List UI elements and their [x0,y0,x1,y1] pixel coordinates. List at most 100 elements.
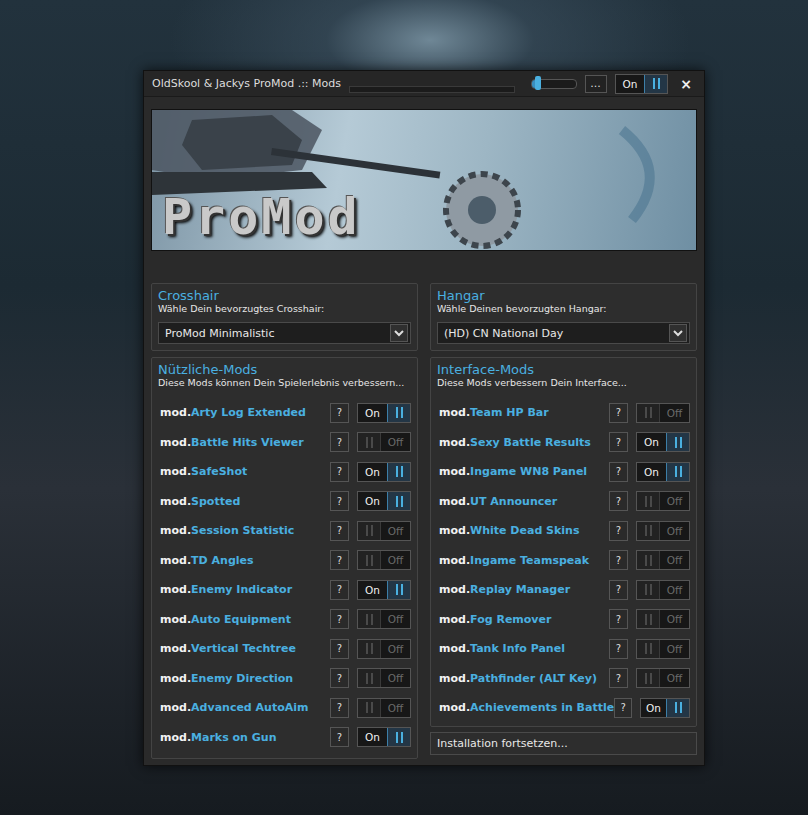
mod-label: Marks on Gun [191,731,276,744]
mod-row: mod.Session Statistic?Off [158,516,411,546]
help-button[interactable]: ? [614,698,632,718]
hangar-dropdown[interactable]: (HD) CN National Day [437,322,690,344]
mod-toggle[interactable]: Off [357,521,411,541]
continue-button[interactable]: Installation fortsetzen... [430,732,697,755]
handle-bar [396,466,398,477]
title-bar[interactable]: OldSkool & Jackys ProMod .:: Mods...On× [144,71,704,97]
toggle-handle-icon[interactable] [666,699,689,717]
toggle-handle-icon[interactable] [387,581,410,599]
mod-toggle[interactable]: On [357,491,411,511]
handle-bar [645,673,647,684]
mod-row: mod.Battle Hits Viewer?Off [158,428,411,458]
mod-toggle[interactable]: Off [357,639,411,659]
help-button[interactable]: ? [330,491,349,511]
mod-toggle[interactable]: Off [636,668,690,688]
mod-prefix: mod. [439,642,470,655]
mod-toggle[interactable]: On [357,727,411,747]
mod-toggle[interactable]: On [640,698,690,718]
handle-bar [371,437,373,448]
useful_mods-panel: Nützliche-ModsDiese Mods können Dein Spi… [151,357,418,759]
help-button[interactable]: ? [330,462,349,482]
toggle-handle-icon[interactable] [637,404,660,422]
help-button[interactable]: ? [609,550,628,570]
mod-toggle[interactable]: Off [636,521,690,541]
mod-toggle[interactable]: Off [636,580,690,600]
help-button[interactable]: ? [609,432,628,452]
mod-toggle[interactable]: Off [636,491,690,511]
mod-row: mod.Advanced AutoAim? Off [158,693,411,723]
crosshair-dropdown[interactable]: ProMod Minimalistic [158,322,411,344]
mod-name: mod.Advanced AutoAim [160,701,330,714]
handle-bar [396,732,398,743]
dropdown-arrow-icon[interactable] [390,324,408,342]
mod-toggle[interactable]: Off [636,403,690,423]
toggle-handle-icon[interactable] [666,463,689,481]
help-button[interactable]: ? [609,462,628,482]
toggle-handle-icon[interactable] [644,75,667,93]
help-button[interactable]: ? [330,432,349,452]
toggle-handle-icon[interactable] [358,610,381,628]
toggle-handle-icon[interactable] [358,669,381,687]
toggle-handle-icon[interactable] [666,433,689,451]
mod-prefix: mod. [439,583,470,596]
toggle-handle-icon[interactable] [387,463,410,481]
help-button[interactable]: ? [330,609,349,629]
hangar-panel: HangarWähle Deinen bevorzugten Hangar:(H… [430,283,697,351]
help-button[interactable]: ? [609,491,628,511]
toggle-handle-icon[interactable] [358,522,381,540]
mod-toggle[interactable]: On [357,403,411,423]
mod-toggle[interactable]: Off [357,698,411,718]
mod-toggle[interactable]: Off [357,668,411,688]
toggle-handle-icon[interactable] [358,433,381,451]
mod-toggle[interactable]: Off [357,609,411,629]
help-button[interactable]: ? [330,550,349,570]
toggle-handle-icon[interactable] [637,522,660,540]
toggle-handle-icon[interactable] [358,699,381,717]
toggle-handle-icon[interactable] [387,728,410,746]
handle-bar [650,584,652,595]
mod-toggle[interactable]: On [357,462,411,482]
toggle-handle-icon[interactable] [637,551,660,569]
mod-toggle[interactable]: On [636,462,690,482]
toggle-label: On [358,404,387,422]
help-button[interactable]: ? [330,727,349,747]
help-button[interactable]: ? [330,668,349,688]
help-button[interactable]: ? [330,698,349,718]
dropdown-arrow-icon[interactable] [669,324,687,342]
mod-name: mod.Sexy Battle Results [439,436,609,449]
toggle-handle-icon[interactable] [637,581,660,599]
mod-toggle[interactable]: On [357,580,411,600]
toggle-handle-icon[interactable] [637,492,660,510]
help-button[interactable]: ? [609,403,628,423]
help-button[interactable]: ? [330,639,349,659]
help-button[interactable]: ? [609,668,628,688]
toggle-label: On [637,433,666,451]
mod-label: Sexy Battle Results [470,436,591,449]
toggle-handle-icon[interactable] [387,492,410,510]
help-button[interactable]: ? [609,639,628,659]
toggle-handle-icon[interactable] [637,610,660,628]
toggle-handle-icon[interactable] [358,551,381,569]
mod-toggle[interactable]: Off [636,639,690,659]
mod-toggle[interactable]: On [636,432,690,452]
toggle-handle-icon[interactable] [387,404,410,422]
menu-button[interactable]: ... [585,75,607,93]
help-button[interactable]: ? [330,403,349,423]
toggle-handle-icon[interactable] [358,640,381,658]
close-button[interactable]: × [676,76,696,92]
help-button[interactable]: ? [609,609,628,629]
help-button[interactable]: ? [330,580,349,600]
panel-title: Hangar [437,288,690,303]
toggle-handle-icon[interactable] [637,640,660,658]
mod-toggle[interactable]: Off [636,550,690,570]
volume-slider[interactable] [531,79,577,89]
mod-toggle[interactable]: Off [357,550,411,570]
help-button[interactable]: ? [330,521,349,541]
help-button[interactable]: ? [609,521,628,541]
power-toggle[interactable]: On [615,74,669,94]
mod-toggle[interactable]: Off [636,609,690,629]
toggle-handle-icon[interactable] [637,669,660,687]
help-button[interactable]: ? [609,580,628,600]
volume-knob[interactable] [535,76,541,90]
mod-toggle[interactable]: Off [357,432,411,452]
